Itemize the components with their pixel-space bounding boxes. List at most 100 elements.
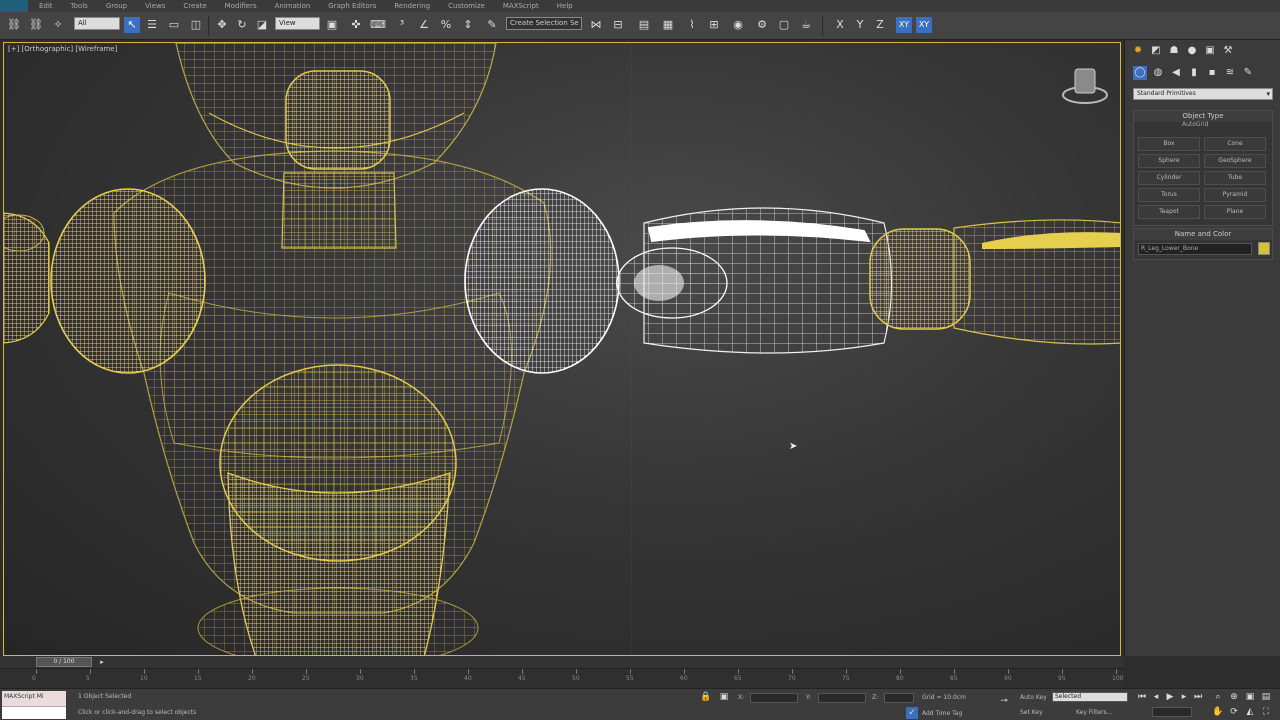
key-filters-button[interactable]: Key Filters...	[1076, 709, 1113, 716]
axis-z-button[interactable]: Z	[872, 17, 888, 33]
name-color-header[interactable]: Name and Color	[1134, 229, 1272, 240]
primitive-category-dropdown[interactable]: Standard Primitives	[1133, 88, 1273, 100]
cylinder-button[interactable]: Cylinder	[1138, 171, 1200, 185]
material-editor-icon[interactable]: ◉	[730, 17, 746, 33]
menu-item-customize[interactable]: Customize	[439, 0, 494, 12]
zoom-extents-icon[interactable]: ▣	[1244, 691, 1256, 703]
tube-button[interactable]: Tube	[1204, 171, 1266, 185]
add-time-tag[interactable]: Add Time Tag	[922, 710, 962, 717]
time-slider[interactable]: 0 / 100	[36, 657, 92, 667]
rectangular-selection-icon[interactable]: ▭	[166, 17, 182, 33]
zoom-all-icon[interactable]: ⊕	[1228, 691, 1240, 703]
cameras-icon[interactable]: ▮	[1187, 66, 1201, 80]
pan-icon[interactable]: ✋	[1212, 706, 1224, 718]
torus-button[interactable]: Torus	[1138, 188, 1200, 202]
named-selection-sets-dropdown[interactable]: Create Selection Se	[506, 17, 582, 30]
reference-coord-dropdown[interactable]: View	[275, 17, 320, 30]
teapot-button[interactable]: Teapot	[1138, 205, 1200, 219]
spinner-snap-icon[interactable]: ⇕	[460, 17, 476, 33]
isolate-selection-icon[interactable]: ▣	[718, 691, 730, 703]
next-key-icon[interactable]: ▸	[1178, 691, 1190, 703]
maximize-viewport-icon[interactable]: ⛶	[1260, 706, 1272, 718]
app-icon[interactable]	[0, 0, 28, 12]
spacewarps-icon[interactable]: ≋	[1223, 66, 1237, 80]
autogrid-checkbox[interactable]: AutoGrid	[1182, 121, 1209, 128]
geometry-icon[interactable]: ◯	[1133, 66, 1147, 80]
pyramid-button[interactable]: Pyramid	[1204, 188, 1266, 202]
zoom-icon[interactable]: ⌕	[1212, 691, 1224, 703]
unlink-icon[interactable]: ⛓	[28, 17, 44, 33]
menu-item-create[interactable]: Create	[174, 0, 215, 12]
set-key-button[interactable]: Set Key	[1020, 709, 1043, 716]
y-coordinate-field[interactable]	[818, 693, 866, 703]
axis-x-button[interactable]: X	[832, 17, 848, 33]
select-object-icon[interactable]: ↖	[124, 17, 140, 33]
layer-explorer-icon[interactable]: ▤	[636, 17, 652, 33]
field-of-view-icon[interactable]: ◭	[1244, 706, 1256, 718]
key-mode-dropdown[interactable]: Selected	[1052, 692, 1128, 702]
pivot-center-icon[interactable]: ▣	[324, 17, 340, 33]
select-by-name-icon[interactable]: ☰	[144, 17, 160, 33]
set-key-icon[interactable]: ⊸	[996, 695, 1012, 711]
sphere-button[interactable]: Sphere	[1138, 154, 1200, 168]
mirror-icon[interactable]: ⋈	[588, 17, 604, 33]
current-frame-field[interactable]	[1152, 707, 1192, 717]
percent-snap-icon[interactable]: %	[438, 17, 454, 33]
plane-button[interactable]: Plane	[1204, 205, 1266, 219]
helpers-icon[interactable]: ▪	[1205, 66, 1219, 80]
box-button[interactable]: Box	[1138, 137, 1200, 151]
select-scale-icon[interactable]: ◪	[254, 17, 270, 33]
menu-item-tools[interactable]: Tools	[62, 0, 97, 12]
geosphere-button[interactable]: GeoSphere	[1204, 154, 1266, 168]
angle-snap-icon[interactable]: ∠	[416, 17, 432, 33]
lock-selection-icon[interactable]: 🔒	[700, 691, 712, 703]
bind-space-warp-icon[interactable]: ✧	[50, 17, 66, 33]
menu-item-group[interactable]: Group	[97, 0, 136, 12]
menu-item-maxscript[interactable]: MAXScript	[494, 0, 548, 12]
lights-icon[interactable]: ◀	[1169, 66, 1183, 80]
next-frame-icon[interactable]: ▸	[96, 656, 108, 668]
select-rotate-icon[interactable]: ↻	[234, 17, 250, 33]
select-manipulate-icon[interactable]: ✜	[348, 17, 364, 33]
cone-button[interactable]: Cone	[1204, 137, 1266, 151]
previous-frame-icon[interactable]: ◂	[1150, 691, 1162, 703]
create-tab-icon[interactable]: ✹	[1131, 44, 1145, 58]
link-icon[interactable]: ⛓	[6, 17, 22, 33]
time-tag-icon[interactable]: ✓	[906, 707, 918, 719]
menu-item-modifiers[interactable]: Modifiers	[216, 0, 266, 12]
render-production-icon[interactable]: ☕	[798, 17, 814, 33]
object-color-swatch[interactable]	[1258, 242, 1270, 255]
render-setup-icon[interactable]: ⚙	[754, 17, 770, 33]
systems-icon[interactable]: ✎	[1241, 66, 1255, 80]
schematic-view-icon[interactable]: ⊞	[706, 17, 722, 33]
menu-item-views[interactable]: Views	[136, 0, 174, 12]
z-coordinate-field[interactable]	[884, 693, 914, 703]
snaps-toggle-icon[interactable]: ³	[394, 17, 410, 33]
axis-xy-button[interactable]: XY	[896, 17, 912, 33]
viewcube[interactable]	[1060, 65, 1110, 105]
motion-tab-icon[interactable]: ●	[1185, 44, 1199, 58]
auto-key-button[interactable]: Auto Key	[1020, 694, 1047, 701]
menu-item-rendering[interactable]: Rendering	[385, 0, 439, 12]
menu-item-help[interactable]: Help	[548, 0, 582, 12]
edit-named-selection-icon[interactable]: ✎	[484, 17, 500, 33]
orbit-icon[interactable]: ⟳	[1228, 706, 1240, 718]
curve-editor-icon[interactable]: ⌇	[684, 17, 700, 33]
viewport-orthographic[interactable]: [+] [Orthographic] [Wireframe] ➤	[3, 42, 1121, 656]
go-to-end-icon[interactable]: ⏭	[1192, 691, 1204, 703]
select-move-icon[interactable]: ✥	[214, 17, 230, 33]
menu-item-animation[interactable]: Animation	[266, 0, 320, 12]
window-crossing-icon[interactable]: ◫	[188, 17, 204, 33]
selection-filter-dropdown[interactable]: All	[74, 17, 120, 30]
menu-item-edit[interactable]: Edit	[30, 0, 62, 12]
maxscript-input[interactable]	[2, 706, 66, 719]
align-icon[interactable]: ⊟	[610, 17, 626, 33]
rendered-frame-window-icon[interactable]: ▢	[776, 17, 792, 33]
utilities-tab-icon[interactable]: ⚒	[1221, 44, 1235, 58]
shapes-icon[interactable]: ◍	[1151, 66, 1165, 80]
toggle-ribbon-icon[interactable]: ▦	[660, 17, 676, 33]
axis-y-button[interactable]: Y	[852, 17, 868, 33]
trackbar[interactable]: 0 5 10 15 20 25 30 35 40 45 50 55 60 65 70 75 80 85 90 95 10…	[0, 668, 1124, 688]
object-name-field[interactable]: R_Leg_Lower_Bone	[1138, 243, 1252, 255]
modify-tab-icon[interactable]: ◩	[1149, 44, 1163, 58]
